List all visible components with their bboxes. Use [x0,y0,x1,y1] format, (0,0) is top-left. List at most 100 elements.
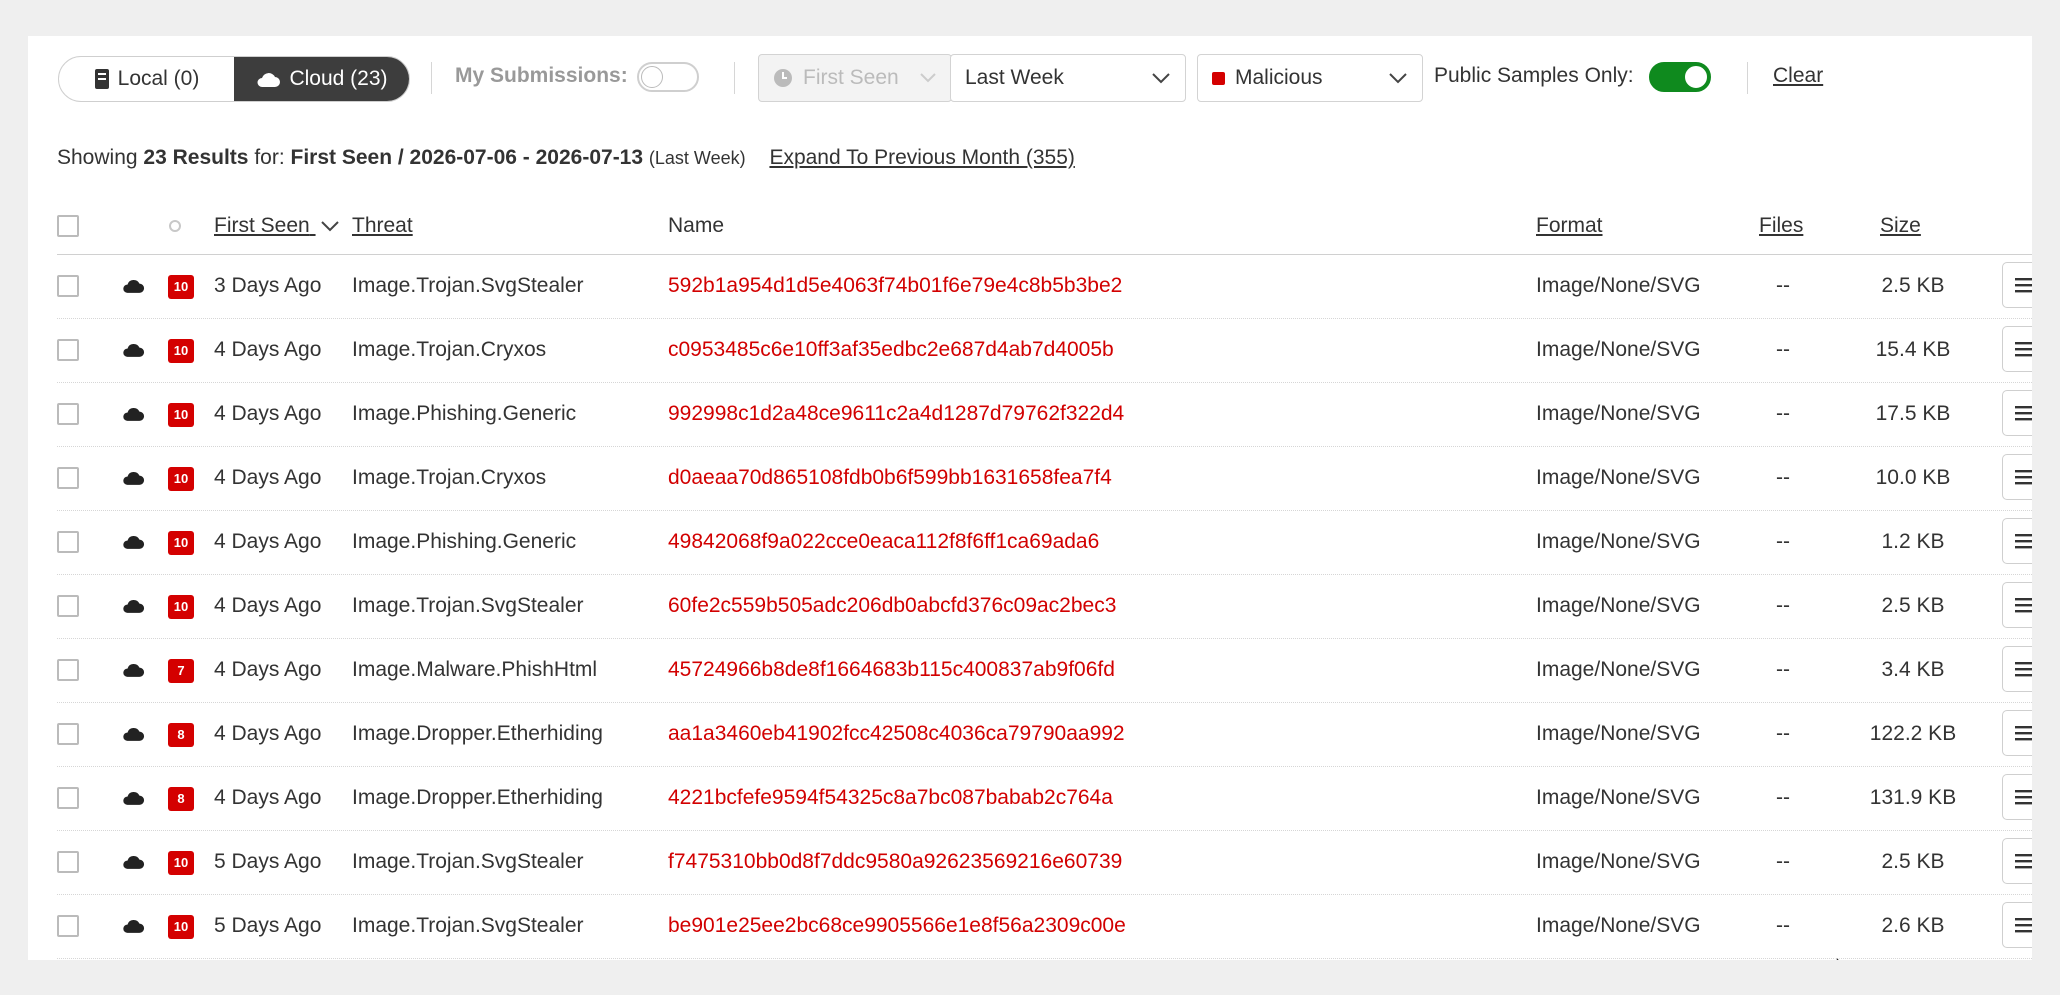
row-menu-button[interactable] [2002,326,2032,372]
table-row[interactable]: 10 4 Days Ago Image.Trojan.Cryxos c0953485c… [57,318,2032,383]
row-checkbox[interactable] [57,275,79,297]
sample-hash-link[interactable]: 49842068f9a022cce0eaca112f8f6ff1ca69ada6 [668,510,1099,574]
files-header[interactable]: Files [1759,198,1803,254]
hamburger-menu-icon [2015,918,2032,933]
table-row[interactable]: 8 4 Days Ago Image.Dropper.Etherhiding aa1a… [57,702,2032,767]
sample-hash-link[interactable]: 60fe2c559b505adc206db0abcfd376c09ac2bec3 [668,574,1116,638]
sample-hash-link[interactable]: 45724966b8de8f1664683b115c400837ab9f06fd [668,638,1115,702]
hamburger-menu-icon [2015,342,2032,357]
threat-cell: Image.Trojan.Cryxos [352,338,547,361]
format-cell: Image/None/SVG [1536,722,1701,745]
table-row[interactable]: 10 4 Days Ago Image.Trojan.Cryxos d0aeaa70d… [57,446,2032,511]
first-seen-header[interactable]: First Seen [214,198,340,254]
row-checkbox[interactable] [57,595,79,617]
hamburger-menu-icon [2015,662,2032,677]
row-menu-button[interactable] [2002,262,2032,308]
cloud-icon [123,664,145,677]
row-checkbox[interactable] [57,787,79,809]
threat-score-badge: 10 [168,275,194,299]
row-checkbox[interactable] [57,467,79,489]
sample-hash-link[interactable]: 4221bcfefe9594f54325c8a7bc087babab2c764a [668,766,1113,830]
date-field-select[interactable]: First Seen [758,54,952,102]
first-seen-cell: 4 Days Ago [214,594,322,617]
date-range-select[interactable]: Last Week [950,54,1186,102]
sample-hash-link[interactable]: aa1a3460eb41902fcc42508c4036ca79790aa992 [668,702,1125,766]
row-menu-button[interactable] [2002,710,2032,756]
local-tab-label: Local (0) [117,67,200,90]
files-cell: -- [1776,658,1790,681]
row-checkbox[interactable] [57,915,79,937]
malicious-color-swatch [1212,71,1225,85]
cloud-icon [123,408,145,421]
table-row[interactable]: 10 5 Days Ago Image.Trojan.SvgStealer be901… [57,894,2032,959]
table-row[interactable]: 10 4 Days Ago Image.Trojan.SvgStealer 60fe2… [57,574,2032,639]
cloud-tab[interactable]: Cloud (23) [234,57,409,101]
format-header[interactable]: Format [1536,198,1603,254]
chevron-down-icon [1389,73,1407,84]
first-seen-cell: 4 Days Ago [214,338,322,361]
hamburger-menu-icon [2015,406,2032,421]
sample-hash-link[interactable]: 592b1a954d1d5e4063f74b01f6e79e4c8b5b3be2 [668,254,1122,318]
row-menu-button[interactable] [2002,390,2032,436]
table-row[interactable]: 10 4 Days Ago Image.Phishing.Generic 992998… [57,382,2032,447]
format-cell: Image/None/SVG [1536,402,1701,425]
hamburger-menu-icon [2015,598,2032,613]
threat-header[interactable]: Threat [352,198,413,254]
row-checkbox[interactable] [57,403,79,425]
verdict-select[interactable]: Malicious [1197,54,1423,102]
format-cell: Image/None/SVG [1536,274,1701,297]
files-cell: -- [1776,402,1790,425]
sample-hash-link[interactable]: c0953485c6e10ff3af35edbc2e687d4ab7d4005b [668,318,1114,382]
hamburger-menu-icon [2015,470,2032,485]
cloud-icon [123,472,145,485]
mouse-cursor-icon [1835,954,1841,960]
threat-cell: Image.Trojan.SvgStealer [352,850,584,873]
size-header[interactable]: Size [1880,198,1921,254]
clock-icon [774,69,792,87]
size-cell: 122.2 KB [1869,722,1957,745]
table-row[interactable]: 7 4 Days Ago Image.Malware.PhishHtml 457249… [57,638,2032,703]
first-seen-cell: 3 Days Ago [214,274,322,297]
row-checkbox[interactable] [57,339,79,361]
expand-range-link[interactable]: Expand To Previous Month (355) [769,146,1074,169]
first-seen-cell: 4 Days Ago [214,722,322,745]
row-checkbox[interactable] [57,531,79,553]
source-segmented-control: Local (0) Cloud (23) [58,56,410,102]
row-menu-button[interactable] [2002,774,2032,820]
divider [431,62,432,94]
threat-score-badge: 8 [168,723,194,747]
row-menu-button[interactable] [2002,454,2032,500]
format-cell: Image/None/SVG [1536,338,1701,361]
row-checkbox[interactable] [57,659,79,681]
table-row[interactable]: 10 3 Days Ago Image.Trojan.SvgStealer 592b1… [57,254,2032,319]
cloud-icon [257,73,281,87]
sample-hash-link[interactable]: 992998c1d2a48ce9611c2a4d1287d79762f322d4 [668,382,1124,446]
sample-hash-link[interactable]: f7475310bb0d8f7ddc9580a92623569216e60739 [668,830,1122,894]
table-row[interactable]: 10 4 Days Ago Image.Phishing.Generic 498420… [57,510,2032,575]
table-row[interactable]: 8 4 Days Ago Image.Dropper.Etherhiding 4221… [57,766,2032,831]
row-menu-button[interactable] [2002,646,2032,692]
name-header: Name [668,214,725,237]
public-samples-toggle[interactable] [1649,62,1711,92]
sample-hash-link[interactable]: be901e25ee2bc68ce9905566e1e8f56a2309c00e [668,894,1126,958]
files-cell: -- [1776,466,1790,489]
row-checkbox[interactable] [57,851,79,873]
my-submissions-toggle[interactable] [637,62,699,92]
row-menu-button[interactable] [2002,518,2032,564]
cloud-icon [123,792,145,805]
row-checkbox[interactable] [57,723,79,745]
select-all-checkbox[interactable] [57,215,79,237]
cloud-icon [123,856,145,869]
threat-cell: Image.Trojan.SvgStealer [352,594,584,617]
size-cell: 1.2 KB [1881,530,1945,553]
row-menu-button[interactable] [2002,902,2032,948]
row-menu-button[interactable] [2002,838,2032,884]
local-tab[interactable]: Local (0) [59,57,234,101]
clear-filters-link[interactable]: Clear [1773,64,1823,88]
table-row[interactable]: 10 5 Days Ago Image.Trojan.SvgStealer f7475… [57,830,2032,895]
threat-cell: Image.Dropper.Etherhiding [352,786,603,809]
row-menu-button[interactable] [2002,582,2032,628]
sample-hash-link[interactable]: d0aeaa70d865108fdb0b6f599bb1631658fea7f4 [668,446,1112,510]
first-seen-cell: 4 Days Ago [214,786,322,809]
summary-prefix: Showing [57,146,138,169]
